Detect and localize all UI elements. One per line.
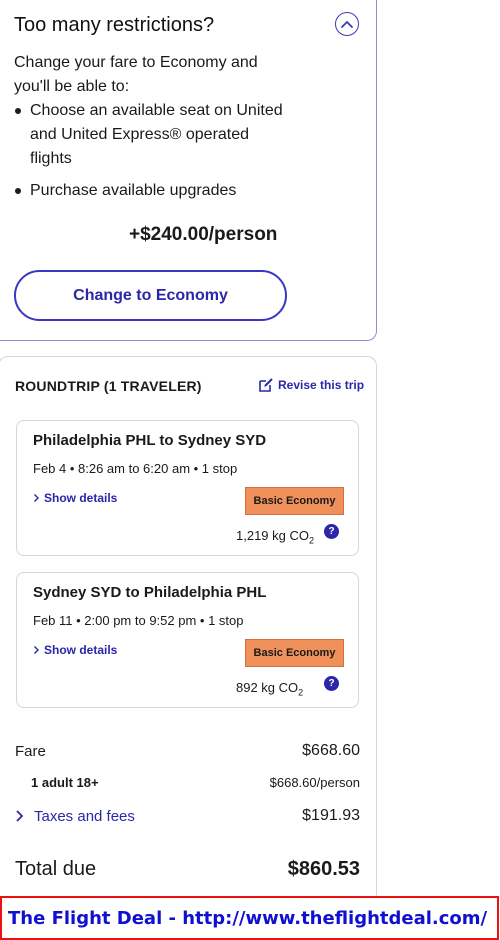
help-icon[interactable]: ?: [324, 524, 339, 539]
fare-amount: $668.60: [302, 742, 360, 759]
co2-emissions: 1,219 kg CO2: [236, 528, 315, 546]
help-icon[interactable]: ?: [324, 676, 339, 691]
fare-class-badge: Basic Economy: [245, 487, 344, 515]
flight-route: Sydney SYD to Philadelphia PHL: [33, 584, 267, 601]
trip-label: ROUNDTRIP (1 TRAVELER): [15, 378, 202, 394]
show-details-label: Show details: [44, 491, 118, 505]
show-details-link[interactable]: Show details: [33, 491, 117, 505]
adult-label: 1 adult 18+: [31, 775, 99, 790]
chevron-right-icon: [16, 810, 24, 822]
trip-summary-card: ROUNDTRIP (1 TRAVELER) Revise this trip …: [0, 356, 377, 940]
benefit-item: Choose an available seat on United and U…: [14, 99, 294, 171]
fare-label: Fare: [15, 742, 46, 760]
fare-row: Fare $668.60: [15, 742, 360, 760]
change-to-economy-button[interactable]: Change to Economy: [14, 270, 287, 321]
total-amount: $860.53: [287, 858, 360, 880]
taxes-row: Taxes and fees $191.93: [15, 807, 360, 825]
chevron-up-icon: [341, 21, 353, 28]
collapse-button[interactable]: [335, 12, 359, 36]
flight-card: Sydney SYD to Philadelphia PHL Feb 11 • …: [16, 572, 359, 708]
show-details-label: Show details: [44, 643, 118, 657]
total-label: Total due: [15, 858, 97, 880]
show-details-link[interactable]: Show details: [33, 643, 117, 657]
fare-upsell-card: Too many restrictions? Change your fare …: [0, 0, 377, 341]
edit-icon: [259, 378, 273, 392]
flight-times: Feb 11 • 2:00 pm to 9:52 pm • 1 stop: [33, 613, 244, 628]
taxes-amount: $191.93: [302, 807, 360, 824]
flight-times: Feb 4 • 8:26 am to 6:20 am • 1 stop: [33, 461, 238, 476]
upcharge-price: +$240.00/person: [129, 224, 278, 245]
co2-emissions: 892 kg CO2: [236, 680, 304, 698]
chevron-right-icon: [34, 646, 39, 654]
revise-trip-link[interactable]: Revise this trip: [258, 377, 364, 393]
flight-route: Philadelphia PHL to Sydney SYD: [33, 432, 267, 449]
upsell-title: Too many restrictions?: [14, 14, 215, 36]
upsell-intro: Change your fare to Economy and you'll b…: [14, 54, 258, 95]
taxes-label: Taxes and fees: [34, 807, 135, 825]
taxes-toggle[interactable]: Taxes and fees: [15, 808, 135, 825]
adult-amount: $668.60/person: [269, 775, 360, 790]
adult-row: 1 adult 18+ $668.60/person: [15, 775, 360, 790]
total-row: Total due $860.53: [15, 858, 360, 881]
fare-class-badge: Basic Economy: [245, 639, 344, 667]
revise-label: Revise this trip: [278, 378, 365, 392]
benefit-item: Purchase available upgrades: [14, 179, 294, 203]
upsell-benefits-list: Choose an available seat on United and U…: [14, 99, 294, 203]
flight-card: Philadelphia PHL to Sydney SYD Feb 4 • 8…: [16, 420, 359, 556]
chevron-right-icon: [34, 494, 39, 502]
watermark-banner: The Flight Deal - http://www.theflightde…: [0, 896, 499, 940]
